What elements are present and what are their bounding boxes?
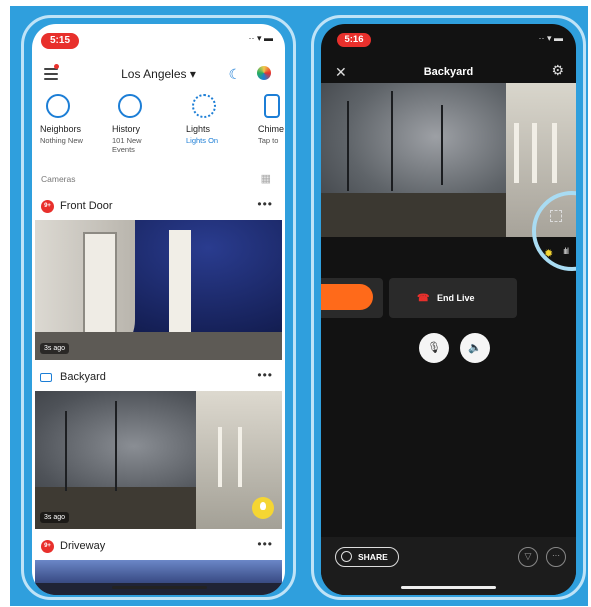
more-icon[interactable]: ••• [257, 537, 273, 551]
feature-name: Neighbors [40, 124, 82, 134]
live-view-screen: 5:16 ·· ▾ ▬ ✕ Backyard ⚙ ✹ ılıl ☎ End Li… [321, 24, 576, 595]
moon-icon[interactable]: ☾ [228, 66, 241, 83]
snapshot-age: 3s ago [40, 343, 70, 354]
status-icons: ·· ▾ ▬ [248, 33, 273, 43]
tree-silhouette [347, 101, 349, 191]
tree-silhouette [391, 91, 393, 191]
left-phone: 5:15 ·· ▾ ▬ Los Angeles ▾ ☾ Neighbors No… [21, 15, 296, 600]
cameras-label: Cameras [41, 174, 76, 184]
feature-row: Neighbors Nothing New History 101 New Ev… [40, 94, 285, 164]
history-icon [118, 94, 142, 118]
camera-icon [40, 373, 52, 382]
status-icons: ·· ▾ ▬ [538, 33, 563, 43]
feature-sub: 101 New Events [112, 136, 142, 154]
snapshot-age: 3s ago [40, 512, 70, 523]
chime-icon [264, 94, 280, 118]
home-indicator [401, 586, 496, 589]
location-label: Los Angeles [121, 67, 187, 81]
header: Los Angeles ▾ ☾ [32, 60, 285, 88]
sun-icon[interactable]: ✹ [544, 247, 553, 260]
feature-history[interactable]: History 101 New Events [112, 94, 172, 154]
palette-icon[interactable] [257, 66, 271, 80]
signal-icon[interactable]: ılıl [563, 246, 569, 256]
feature-name: History [112, 124, 141, 134]
home-indicator [112, 586, 207, 589]
camera-name: Backyard [60, 371, 106, 383]
more-icon[interactable]: ••• [257, 197, 273, 211]
share-button[interactable]: SHARE [335, 547, 399, 567]
camera-preview-driveway[interactable] [35, 560, 282, 595]
feature-sub: Nothing New [40, 136, 83, 145]
page-title: Backyard [423, 66, 474, 78]
neighbors-icon [46, 94, 70, 118]
feature-sub: Tap to [258, 136, 279, 145]
more-icon[interactable]: ••• [257, 368, 273, 382]
feature-sub: Lights On [186, 136, 219, 145]
feature-chime[interactable]: Chime Tap to [258, 94, 285, 145]
live-indicator[interactable] [321, 284, 373, 310]
tree-silhouette [441, 105, 443, 185]
bottom-bar: SHARE ▽ ··· [321, 537, 576, 595]
grid-icon[interactable]: ▦ [261, 172, 271, 185]
feature-neighbors[interactable]: Neighbors Nothing New [40, 94, 100, 145]
location-selector[interactable]: Los Angeles ▾ [32, 67, 285, 81]
right-phone: 5:16 ·· ▾ ▬ ✕ Backyard ⚙ ✹ ılıl ☎ End Li… [311, 15, 586, 600]
speaker-off-icon[interactable]: 🔈 [460, 333, 490, 363]
camera-name: Front Door [60, 200, 113, 212]
camera-header-driveway[interactable]: 9+ Driveway ••• [32, 536, 285, 556]
camera-header-backyard[interactable]: Backyard ••• [32, 367, 285, 387]
lightbulb-icon [192, 94, 216, 118]
dashboard-screen: 5:15 ·· ▾ ▬ Los Angeles ▾ ☾ Neighbors No… [32, 24, 285, 595]
share-label: SHARE [358, 552, 388, 562]
end-live-label: End Live [437, 293, 475, 303]
camera-preview-backyard[interactable]: 3s ago [35, 391, 282, 529]
bulb-icon[interactable] [252, 497, 274, 519]
mic-off-icon[interactable]: 🎙 [419, 333, 449, 363]
more-icon[interactable]: ··· [546, 547, 566, 567]
gear-icon[interactable]: ⚙ [551, 62, 564, 79]
filter-icon[interactable]: ▽ [518, 547, 538, 567]
status-time: 5:15 [41, 33, 79, 49]
end-live-button[interactable]: ☎ End Live [389, 278, 517, 318]
camera-preview-front-door[interactable]: 3s ago [35, 220, 282, 360]
status-time: 5:16 [337, 33, 371, 47]
camera-name: Driveway [60, 540, 106, 552]
phone-hangup-icon: ☎ [417, 293, 430, 304]
camera-header-front-door[interactable]: 9+ Front Door ••• [32, 196, 285, 216]
alert-badge: 9+ [41, 540, 54, 553]
share-icon [341, 551, 352, 562]
feature-name: Lights [186, 124, 211, 134]
feature-name: Chime [258, 124, 285, 134]
alert-badge: 9+ [41, 200, 54, 213]
feature-lights[interactable]: Lights Lights On [186, 94, 246, 145]
live-controls: ☎ End Live [321, 278, 576, 318]
